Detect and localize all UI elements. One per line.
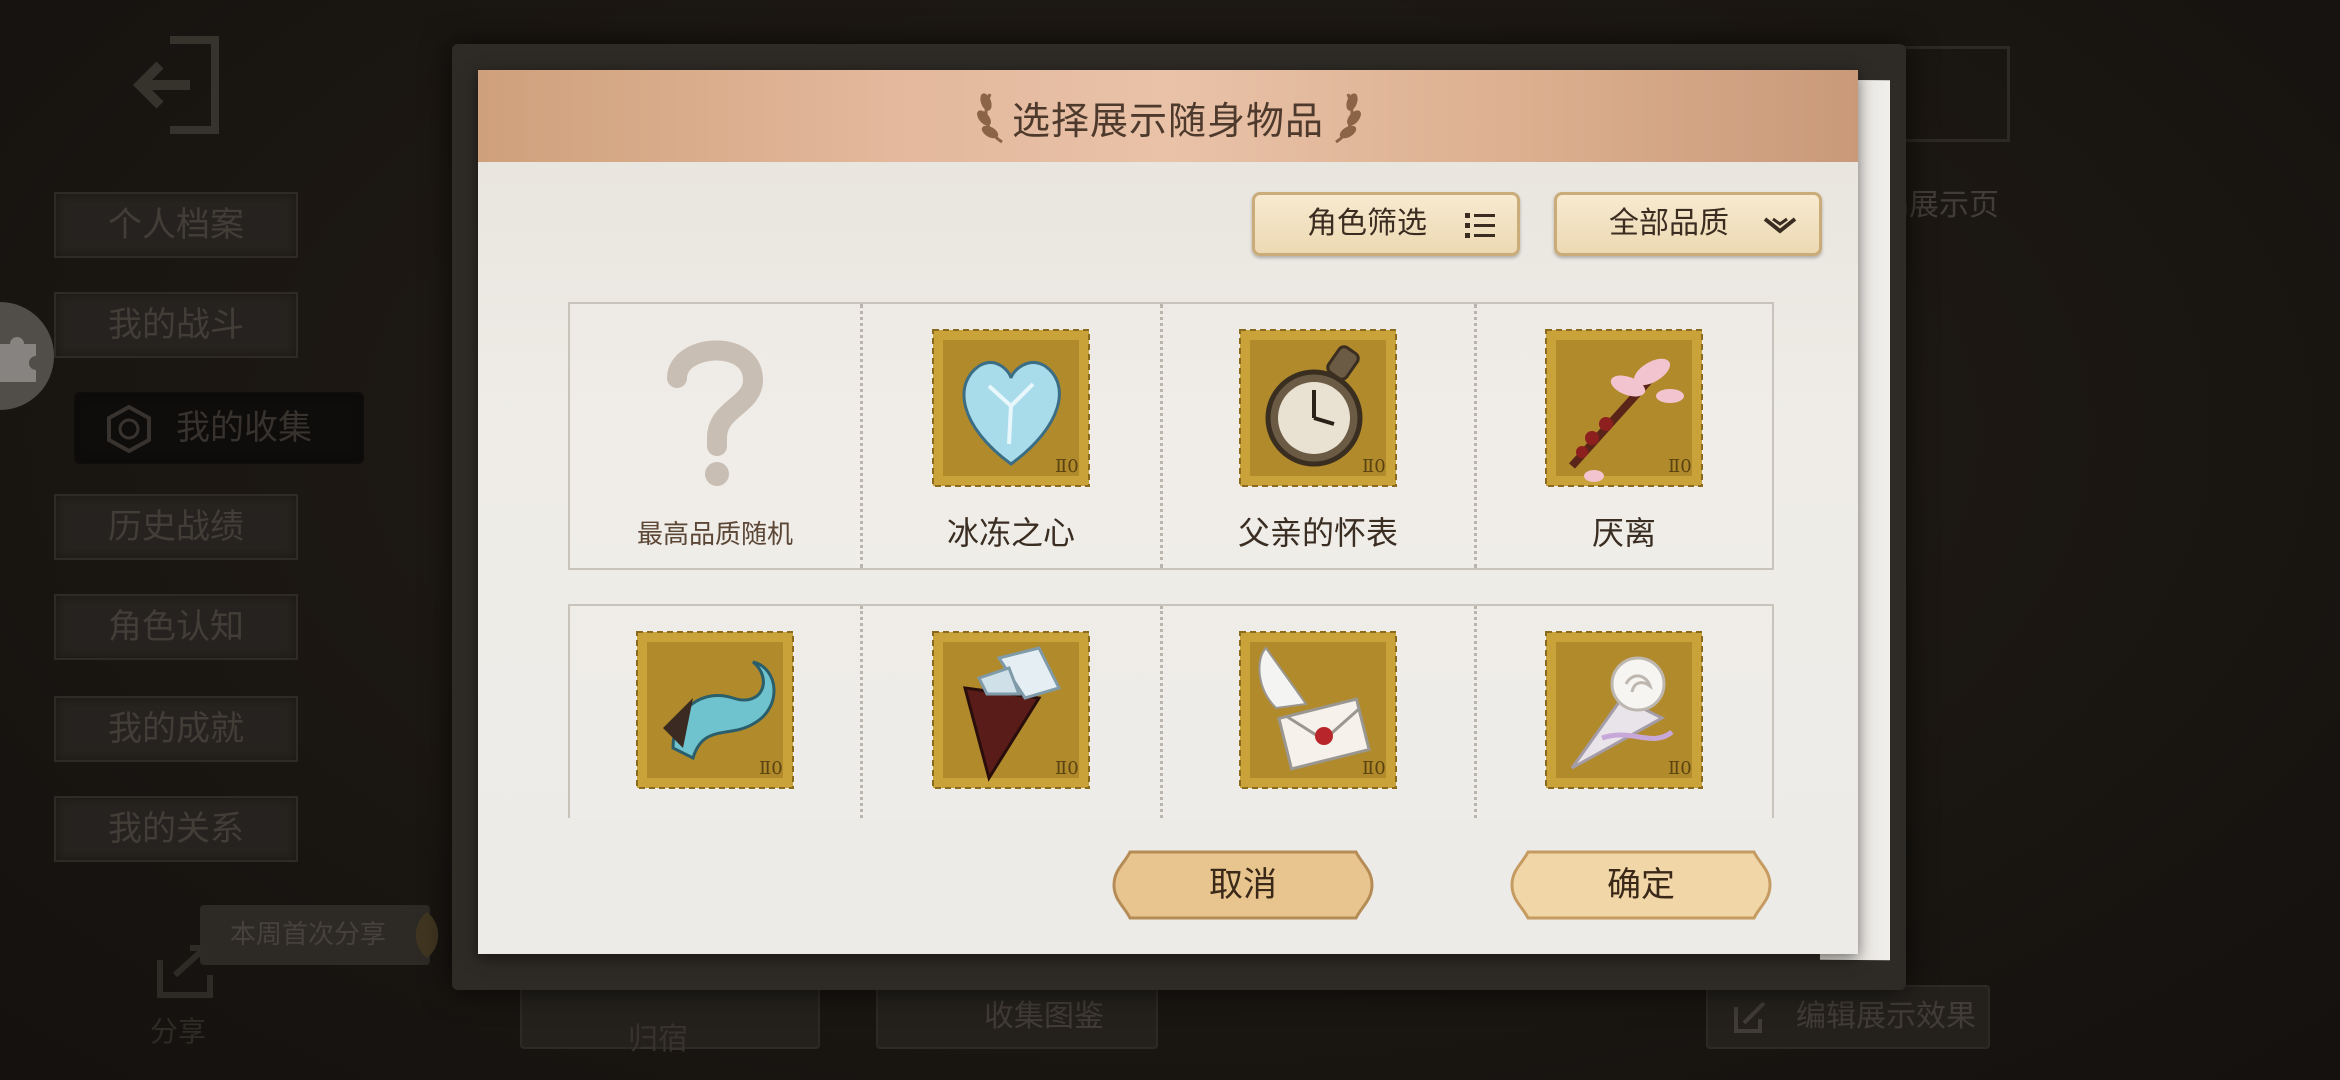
item-cell-blue-dragon[interactable]: Ⅱ0	[570, 606, 860, 818]
item-cell-pocket-watch[interactable]: Ⅱ0 父亲的怀表	[1162, 304, 1474, 568]
collection-emblem-icon	[107, 404, 151, 454]
pocket-watch-stamp: Ⅱ0	[1239, 329, 1397, 487]
guisu-label[interactable]: 归宿	[628, 1014, 688, 1058]
item-cell-winged-letter[interactable]: Ⅱ0	[1162, 606, 1474, 818]
sidebar-item-achievement[interactable]: 我的成就	[54, 696, 298, 762]
frozen-heart-stamp: Ⅱ0	[932, 329, 1090, 487]
confirm-label: 确定	[1607, 865, 1675, 905]
chevron-down-icon	[1763, 217, 1797, 234]
role-filter-button[interactable]: 角色筛选	[1252, 192, 1520, 256]
sidebar-item-battle[interactable]: 我的战斗	[54, 292, 298, 358]
leaf-icon	[415, 912, 439, 958]
puzzle-tab-icon[interactable]	[0, 302, 54, 410]
edit-icon	[1734, 1001, 1766, 1033]
confirm-button[interactable]: 确定	[1508, 848, 1774, 922]
item-grid-row-1: 最高品质随机 Ⅱ0 冰冻之心 Ⅱ0 父亲的怀表 Ⅱ0 厌离	[568, 302, 1774, 570]
item-cell-cherry-branch[interactable]: Ⅱ0 厌离	[1476, 304, 1772, 568]
crystal-cone-stamp: Ⅱ0	[932, 631, 1090, 789]
svg-text:Ⅱ0: Ⅱ0	[1668, 456, 1692, 477]
cancel-button[interactable]: 取消	[1110, 848, 1376, 922]
edit-display-effect-label: 编辑展示效果	[1796, 999, 1976, 1034]
display-page-text: n展示页	[1890, 188, 2000, 223]
item-cell-frozen-heart[interactable]: Ⅱ0 冰冻之心	[862, 304, 1160, 568]
white-rose-bouquet-stamp: Ⅱ0	[1545, 631, 1703, 789]
blue-dragon-stamp: Ⅱ0	[636, 631, 794, 789]
quality-filter-dropdown[interactable]: 全部品质	[1554, 192, 1822, 256]
select-item-dialog: 选择展示随身物品 角色筛选 全部品质 最高品质随机 Ⅱ0 冰冻之心 Ⅱ0 父亲的…	[478, 70, 1858, 954]
item-name: 父亲的怀表	[1237, 514, 1398, 552]
svg-text:Ⅱ0: Ⅱ0	[1055, 456, 1079, 477]
share-label[interactable]: 分享	[150, 1010, 206, 1050]
dialog-header: 选择展示随身物品	[478, 70, 1858, 162]
item-cell-white-rose[interactable]: Ⅱ0	[1476, 606, 1772, 818]
collection-book-button[interactable]: 收集图鉴	[876, 985, 1158, 1049]
svg-text:Ⅱ0: Ⅱ0	[1362, 456, 1386, 477]
list-icon	[1465, 213, 1495, 238]
svg-text:Ⅱ0: Ⅱ0	[1055, 758, 1079, 779]
item-cell-random[interactable]: 最高品质随机	[570, 304, 860, 568]
collection-book-label: 收集图鉴	[984, 999, 1104, 1034]
item-cell-crystal-cone[interactable]: Ⅱ0	[862, 606, 1160, 818]
winged-letter-stamp: Ⅱ0	[1239, 631, 1397, 789]
dialog-title: 选择展示随身物品	[1011, 99, 1324, 143]
quality-filter-label: 全部品质	[1609, 206, 1729, 241]
weekly-share-badge: 本周首次分享	[200, 905, 430, 965]
cherry-branch-stamp: Ⅱ0	[1545, 329, 1703, 487]
sidebar-item-collection[interactable]: 我的收集	[74, 392, 364, 464]
sidebar-item-label: 我的收集	[176, 408, 312, 448]
share-icon[interactable]	[150, 940, 220, 1000]
sidebar-item-history[interactable]: 历史战绩	[54, 494, 298, 560]
item-name: 最高品质随机	[636, 520, 793, 550]
sidebar-item-relationship[interactable]: 我的关系	[54, 796, 298, 862]
exit-icon[interactable]	[130, 30, 230, 140]
svg-text:Ⅱ0: Ⅱ0	[1668, 758, 1692, 779]
cancel-label: 取消	[1209, 865, 1277, 905]
item-name: 冰冻之心	[946, 514, 1075, 552]
item-name: 厌离	[1591, 514, 1656, 552]
laurel-right-icon	[1335, 93, 1361, 144]
edit-display-effect-button[interactable]: 编辑展示效果	[1706, 985, 1990, 1049]
sidebar-item-profile[interactable]: 个人档案	[54, 192, 298, 258]
svg-text:Ⅱ0: Ⅱ0	[759, 758, 783, 779]
item-grid-row-2: Ⅱ0 Ⅱ0 Ⅱ0 Ⅱ0	[568, 604, 1774, 818]
role-filter-label: 角色筛选	[1307, 206, 1427, 241]
sidebar-item-role-knowledge[interactable]: 角色认知	[54, 594, 298, 660]
svg-text:Ⅱ0: Ⅱ0	[1362, 758, 1386, 779]
question-mark-icon	[667, 340, 764, 486]
